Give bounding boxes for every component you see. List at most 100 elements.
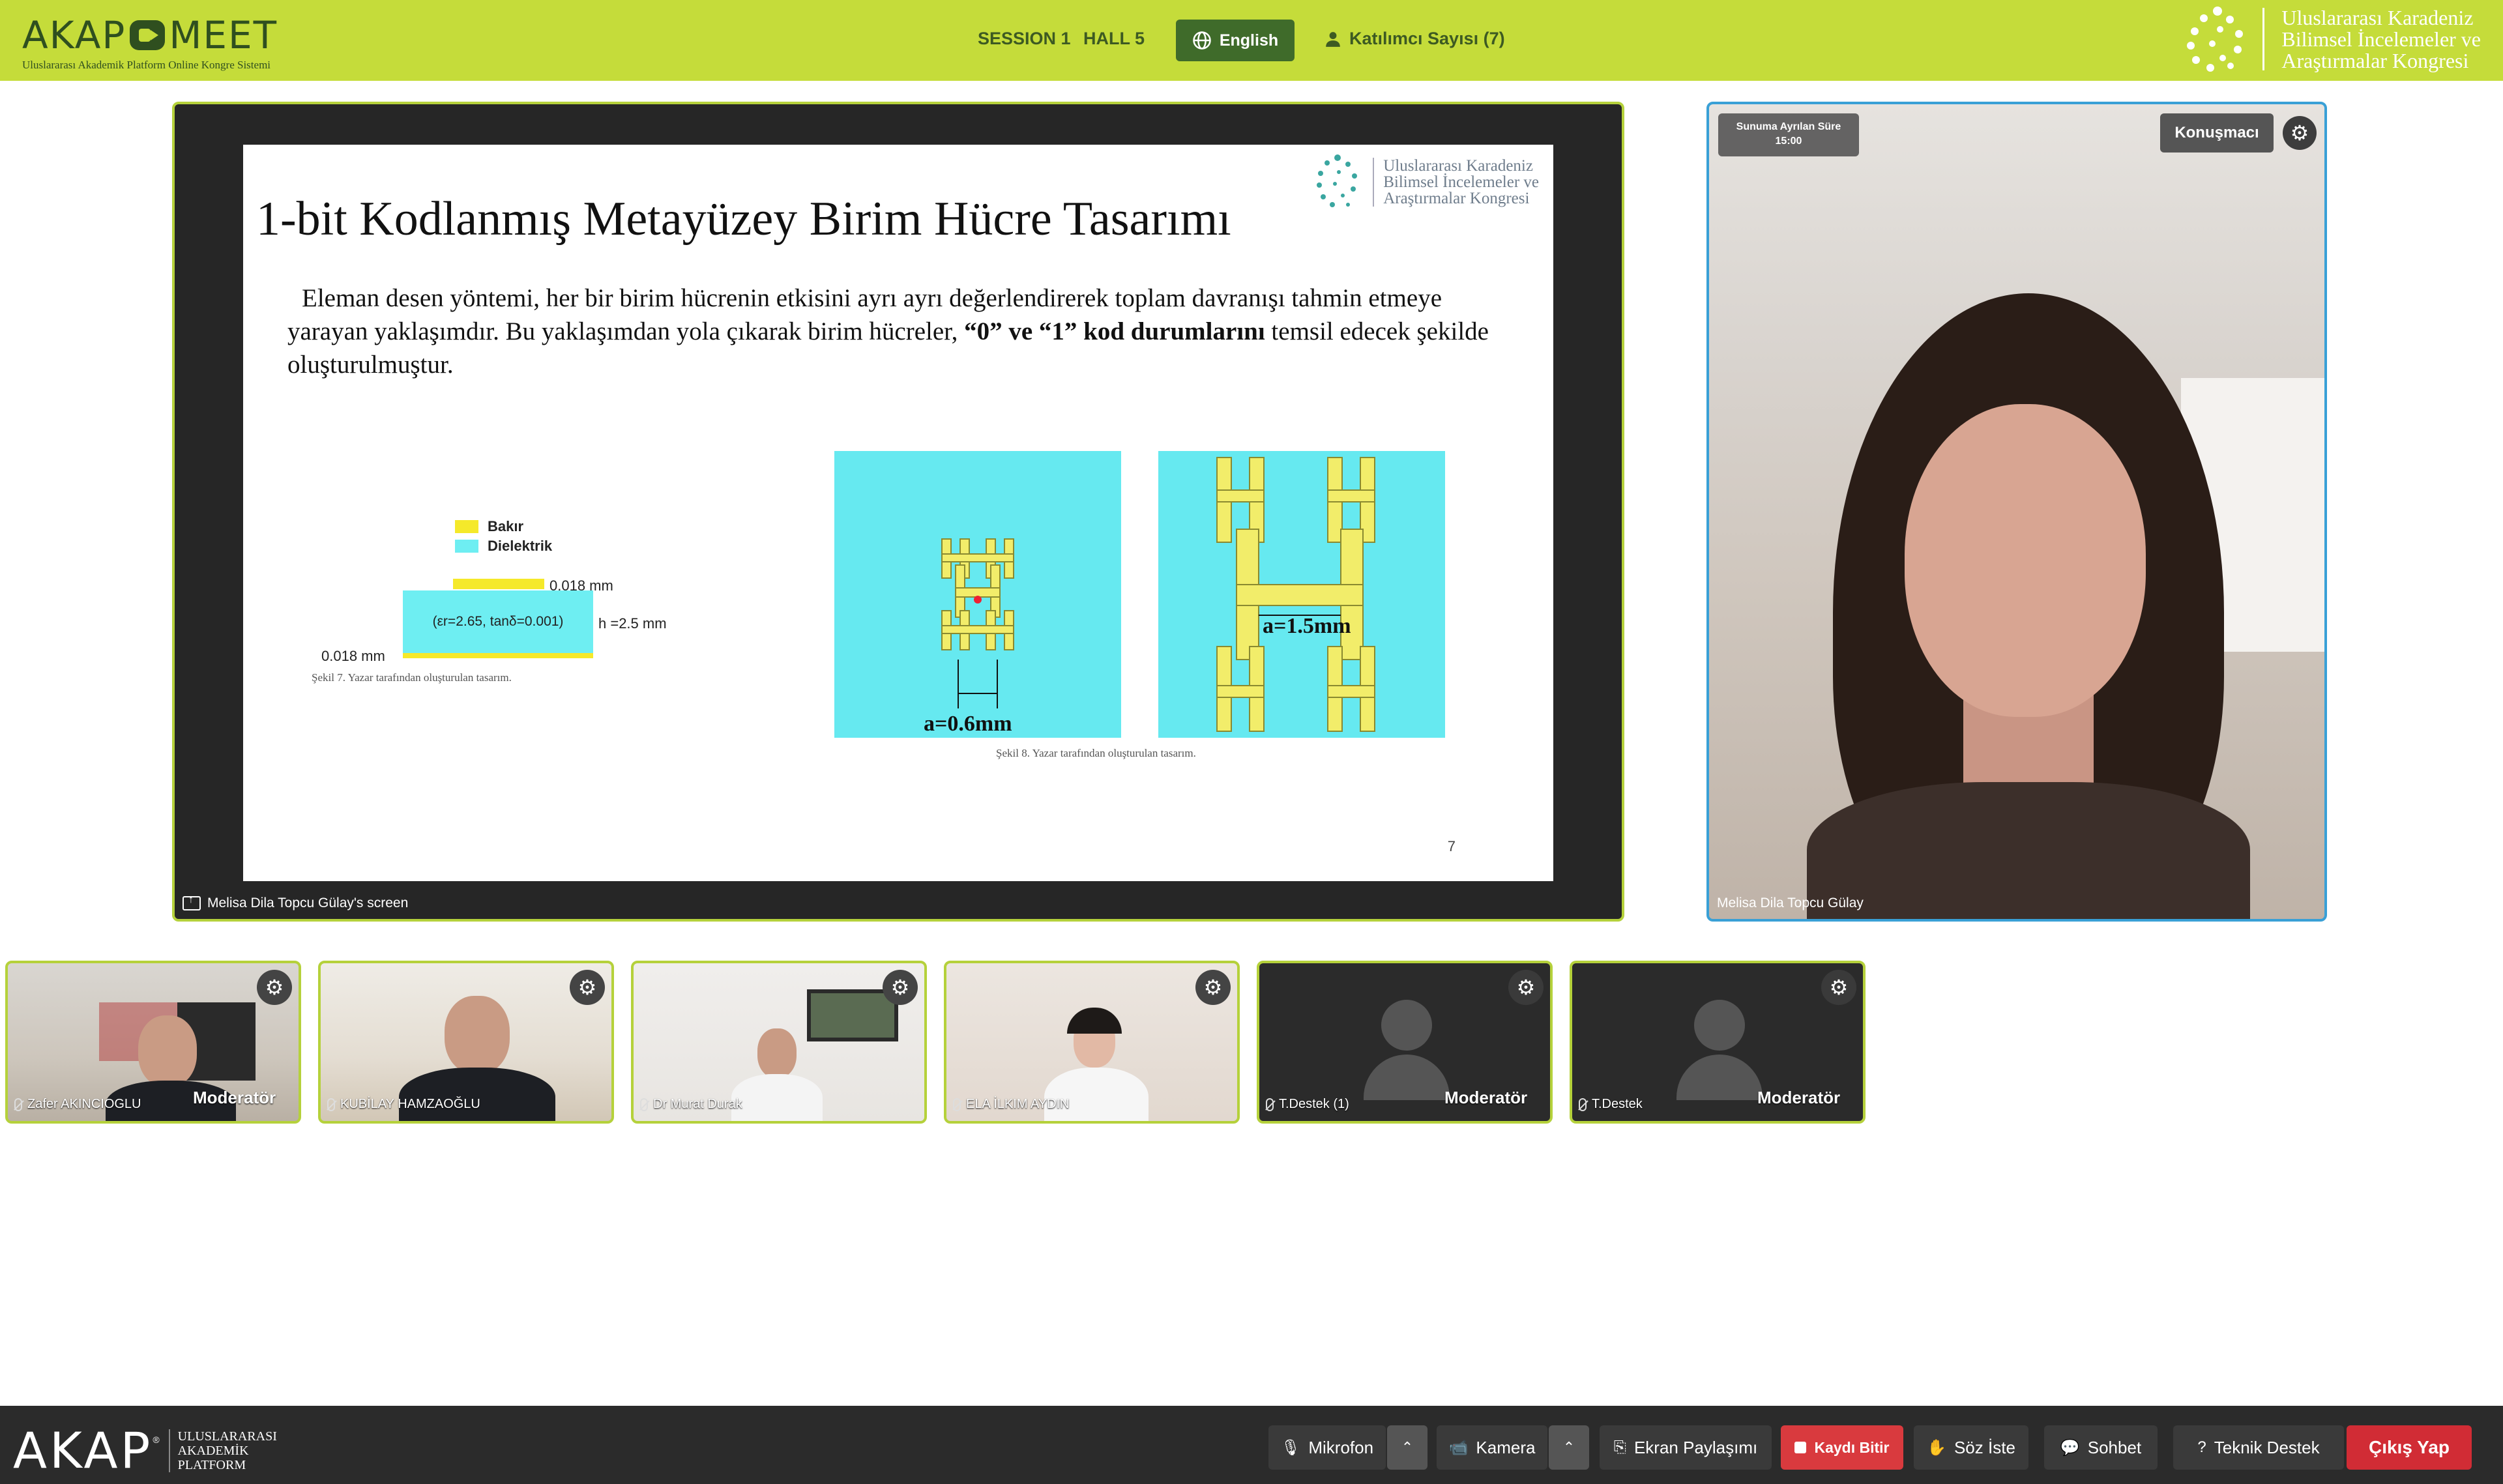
participant-tile[interactable]: ⚙ Zafer AKINCIOGLU Moderatör	[5, 961, 301, 1124]
gear-icon[interactable]: ⚙	[257, 970, 292, 1005]
participant-name-label: Dr Murat Durak	[653, 1097, 742, 1111]
congress-name-line: Bilimsel İncelemeler ve	[2281, 27, 2481, 51]
participant-tile[interactable]: ⚙ T.Destek Moderatör	[1570, 961, 1866, 1124]
presentation-slide: 1-bit Kodlanmış Metayüzey Birim Hücre Ta…	[243, 145, 1553, 881]
copper-swatch	[455, 520, 478, 533]
chevron-up-icon: ⌃	[1562, 1439, 1575, 1455]
unit-cell-1-5mm: a=1.5mm	[1158, 451, 1445, 738]
stop-icon	[1794, 1442, 1807, 1453]
copper-patch	[453, 579, 544, 589]
figure-8-caption: Şekil 8. Yazar tarafından oluşturulan ta…	[996, 747, 1196, 759]
stop-recording-button[interactable]: Kaydı Bitir	[1781, 1425, 1903, 1470]
dim-top-label: 0.018 mm	[549, 577, 613, 594]
avatar-placeholder-body	[1676, 1055, 1763, 1100]
presentation-timer: Sunuma Ayrılan Süre 15:00	[1718, 113, 1859, 156]
raise-hand-label: Söz İste	[1954, 1437, 2015, 1457]
moderator-label: Moderatör	[193, 1088, 276, 1107]
participant-name-label: ELA İLKIM AYDIN	[966, 1097, 1070, 1111]
brand-name-left: AKAP	[22, 13, 126, 57]
substrate-params: (εr=2.65, tanδ=0.001)	[432, 614, 564, 629]
participant-face	[757, 1028, 797, 1078]
legend-copper-label: Bakır	[488, 518, 524, 534]
microphone-options-button[interactable]: ⌃	[1387, 1425, 1427, 1470]
h-pattern-large	[1216, 457, 1375, 732]
h-pattern-small	[941, 538, 1014, 708]
participant-name-label: KUBİLAY HAMZAOĞLU	[340, 1097, 480, 1111]
dielectric-swatch	[455, 540, 478, 553]
mic-muted-icon: 🎙	[1280, 1438, 1301, 1457]
exit-button[interactable]: Çıkış Yap	[2347, 1425, 2472, 1470]
hand-icon: ✋	[1927, 1438, 1946, 1457]
technical-support-label: Teknik Destek	[2214, 1437, 2320, 1457]
language-label: English	[1219, 31, 1279, 50]
speaker-badge: Konuşmacı	[2160, 113, 2274, 153]
speaker-shirt	[1807, 782, 2250, 919]
gear-icon[interactable]: ⚙	[883, 970, 918, 1005]
participant-name: ELA İLKIM AYDIN	[953, 1097, 1070, 1112]
slide-logo-text: Uluslararası Karadeniz Bilimsel İnceleme…	[1373, 157, 1539, 207]
speaker-name: Melisa Dila Topcu Gülay	[1717, 895, 1864, 910]
brand-name-right: MEET	[169, 13, 278, 57]
gear-icon[interactable]: ⚙	[570, 970, 605, 1005]
participant-name-label: T.Destek	[1592, 1097, 1643, 1111]
gear-icon[interactable]: ⚙	[1195, 970, 1231, 1005]
participant-name: Zafer AKINCIOGLU	[14, 1097, 141, 1112]
technical-support-button[interactable]: ? Teknik Destek	[2173, 1425, 2344, 1470]
shared-screen-stage[interactable]: 1-bit Kodlanmış Metayüzey Birim Hücre Ta…	[172, 102, 1624, 922]
user-icon	[1326, 31, 1340, 47]
congress-name-line: Uluslararası Karadeniz	[2281, 5, 2474, 29]
speaker-face	[1905, 404, 2146, 717]
camera-options-button[interactable]: ⌃	[1549, 1425, 1589, 1470]
unit-cell-0-6mm: a=0.6mm	[834, 451, 1121, 738]
exit-label: Çıkış Yap	[2368, 1437, 2450, 1457]
camera-button[interactable]: 📹 Kamera	[1437, 1425, 1547, 1470]
language-button[interactable]: English	[1176, 20, 1295, 61]
label-a-0-6mm: a=0.6mm	[924, 712, 1012, 736]
participant-body	[399, 1068, 555, 1121]
gear-icon[interactable]: ⚙	[1821, 970, 1856, 1005]
participant-name: KUBİLAY HAMZAOĞLU	[327, 1097, 480, 1112]
participant-tile[interactable]: ⚙ KUBİLAY HAMZAOĞLU	[318, 961, 614, 1124]
mic-muted-icon	[1266, 1098, 1274, 1111]
label-a-1-5mm: a=1.5mm	[1263, 614, 1351, 638]
timer-value: 15:00	[1775, 136, 1802, 147]
avatar-placeholder-body	[1364, 1055, 1450, 1100]
microphone-button[interactable]: 🎙 Mikrofon	[1268, 1425, 1386, 1470]
raise-hand-button[interactable]: ✋ Söz İste	[1914, 1425, 2028, 1470]
microphone-label: Mikrofon	[1308, 1437, 1374, 1457]
avatar-placeholder-icon	[1381, 1000, 1432, 1051]
mic-muted-icon	[327, 1098, 335, 1111]
screen-share-label: Ekran Paylaşımı	[1633, 1437, 1758, 1457]
congress-dots-icon	[2187, 7, 2246, 72]
congress-logo: Uluslararası Karadeniz Bilimsel İnceleme…	[2187, 7, 2481, 72]
mic-muted-icon	[640, 1098, 648, 1111]
stop-recording-label: Kaydı Bitir	[1814, 1438, 1890, 1456]
participant-count[interactable]: Katılımcı Sayısı (7)	[1325, 29, 1505, 49]
gear-icon[interactable]: ⚙	[2283, 116, 2317, 150]
participant-tile[interactable]: ⚙ ELA İLKIM AYDIN	[944, 961, 1240, 1124]
participant-face	[138, 1015, 197, 1087]
participant-count-label: Katılımcı Sayısı (7)	[1349, 29, 1505, 48]
moderator-label: Moderatör	[1757, 1088, 1841, 1107]
chevron-up-icon: ⌃	[1401, 1439, 1414, 1455]
akap-subtitle-line: PLATFORM	[177, 1457, 246, 1472]
akap-wordmark: AKAP	[13, 1421, 153, 1479]
speaker-video-tile[interactable]: Sunuma Ayrılan Süre 15:00 Konuşmacı ⚙ Me…	[1706, 102, 2327, 922]
participant-tile[interactable]: ⚙ T.Destek (1) Moderatör	[1257, 961, 1553, 1124]
congress-name: Uluslararası Karadeniz Bilimsel İnceleme…	[2281, 7, 2481, 72]
participant-tile[interactable]: ⚙ Dr Murat Durak	[631, 961, 927, 1124]
brand-subtitle: Uluslararası Akademik Platform Online Ko…	[22, 59, 271, 71]
screen-share-icon	[183, 894, 201, 910]
hall-label: HALL 5	[1083, 29, 1145, 48]
slide-logo-line: Bilimsel İncelemeler ve	[1383, 173, 1539, 191]
screen-share-button[interactable]: ⎘ Ekran Paylaşımı	[1600, 1425, 1772, 1470]
gear-icon[interactable]: ⚙	[1508, 970, 1544, 1005]
slide-page-number: 7	[1447, 838, 1456, 854]
camera-label: Kamera	[1476, 1437, 1536, 1457]
moderator-label: Moderatör	[1444, 1088, 1528, 1107]
chat-button[interactable]: 💬 Sohbet	[2044, 1425, 2158, 1470]
participant-body	[1044, 1068, 1149, 1121]
stage-owner-label: Melisa Dila Topcu Gülay's screen	[183, 894, 408, 911]
legend-dielectric-label: Dielektrik	[488, 538, 553, 554]
background-painting	[807, 989, 898, 1041]
